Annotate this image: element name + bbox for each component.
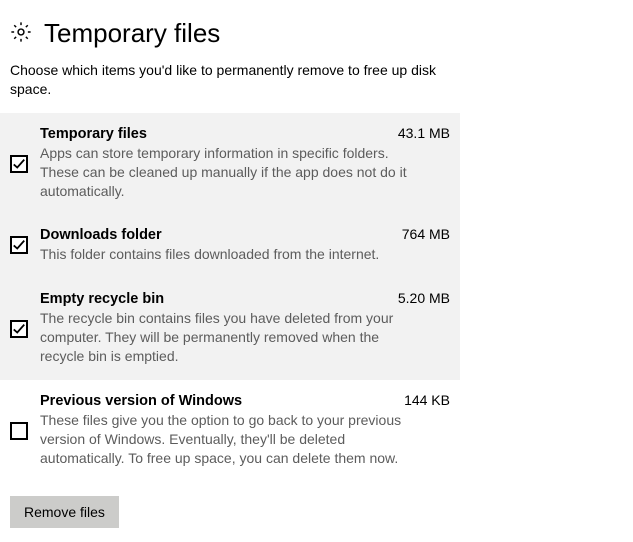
- items-list: Temporary files 43.1 MB Apps can store t…: [0, 113, 460, 482]
- item-description: Apps can store temporary information in …: [40, 144, 420, 201]
- item-title: Downloads folder: [40, 227, 162, 243]
- item-body: Temporary files 43.1 MB Apps can store t…: [40, 125, 450, 201]
- item-body: Empty recycle bin 5.20 MB The recycle bi…: [40, 290, 450, 366]
- item-body: Downloads folder 764 MB This folder cont…: [40, 226, 450, 264]
- item-temporary-files[interactable]: Temporary files 43.1 MB Apps can store t…: [0, 113, 460, 215]
- item-downloads-folder[interactable]: Downloads folder 764 MB This folder cont…: [0, 214, 460, 278]
- item-previous-version-windows[interactable]: Previous version of Windows 144 KB These…: [0, 380, 460, 482]
- gear-icon: [10, 21, 44, 46]
- item-title: Temporary files: [40, 126, 147, 142]
- checkbox-downloads-folder[interactable]: [10, 236, 28, 254]
- page-header: Temporary files: [0, 0, 633, 61]
- item-empty-recycle-bin[interactable]: Empty recycle bin 5.20 MB The recycle bi…: [0, 278, 460, 380]
- item-body: Previous version of Windows 144 KB These…: [40, 392, 450, 468]
- item-size: 764 MB: [390, 226, 450, 242]
- actions-bar: Remove files: [0, 482, 633, 542]
- checkbox-empty-recycle-bin[interactable]: [10, 320, 28, 338]
- item-size: 43.1 MB: [386, 125, 450, 141]
- page-title: Temporary files: [44, 18, 220, 49]
- page-description: Choose which items you'd like to permane…: [0, 61, 460, 113]
- item-title: Empty recycle bin: [40, 291, 164, 307]
- item-description: These files give you the option to go ba…: [40, 411, 420, 468]
- checkbox-previous-version-windows[interactable]: [10, 422, 28, 440]
- remove-files-button[interactable]: Remove files: [10, 496, 119, 528]
- item-size: 144 KB: [392, 392, 450, 408]
- item-size: 5.20 MB: [386, 290, 450, 306]
- item-title: Previous version of Windows: [40, 393, 242, 409]
- item-description: This folder contains files downloaded fr…: [40, 245, 420, 264]
- item-description: The recycle bin contains files you have …: [40, 309, 420, 366]
- checkbox-temporary-files[interactable]: [10, 155, 28, 173]
